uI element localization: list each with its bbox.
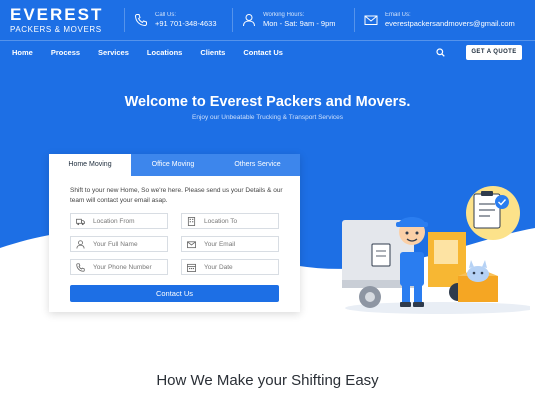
email-label: Email Us: bbox=[385, 12, 411, 18]
call-info[interactable]: Call Us: +91 701-348-4633 bbox=[134, 12, 217, 29]
contact-us-button[interactable]: Contact Us bbox=[70, 285, 279, 302]
truck-icon bbox=[76, 218, 85, 225]
nav-services[interactable]: Services bbox=[98, 48, 129, 58]
phone-icon bbox=[134, 14, 147, 27]
top-header: EVEREST PACKERS & MOVERS Call Us: +91 70… bbox=[0, 0, 535, 40]
user-icon bbox=[76, 239, 85, 249]
brand-name: EVEREST bbox=[10, 5, 104, 24]
call-label: Call Us: bbox=[155, 12, 177, 18]
location-from-field[interactable]: Location From bbox=[70, 213, 168, 229]
brand-logo[interactable]: EVEREST PACKERS & MOVERS bbox=[10, 6, 103, 35]
header-divider bbox=[232, 8, 233, 32]
section-title: How We Make your Shifting Easy bbox=[156, 372, 379, 389]
tab-home-moving[interactable]: Home Moving bbox=[49, 154, 131, 176]
email-value: everestpackersandmovers@gmail.com bbox=[385, 19, 515, 28]
email-placeholder: Your Email bbox=[204, 240, 236, 248]
brand-tagline: PACKERS & MOVERS bbox=[10, 25, 102, 34]
moving-request-form: Home Moving Office Moving Others Service… bbox=[49, 154, 300, 312]
header-divider bbox=[354, 8, 355, 32]
mail-icon bbox=[364, 15, 378, 25]
user-icon bbox=[243, 14, 255, 27]
form-description: Shift to your new Home, So we're here. P… bbox=[70, 187, 283, 204]
hours-value: Mon - Sat: 9am - 9pm bbox=[263, 19, 336, 28]
tab-office-moving[interactable]: Office Moving bbox=[131, 154, 215, 176]
full-name-field[interactable]: Your Full Name bbox=[70, 236, 168, 252]
mail-icon bbox=[187, 240, 196, 248]
hero-subtitle: Enjoy our Unbeatable Trucking & Transpor… bbox=[191, 114, 344, 121]
date-placeholder: Your Date bbox=[204, 263, 233, 271]
header-divider bbox=[124, 8, 125, 32]
full-name-placeholder: Your Full Name bbox=[93, 240, 138, 248]
nav-clients[interactable]: Clients bbox=[200, 48, 225, 58]
email-info[interactable]: Email Us: everestpackersandmovers@gmail.… bbox=[364, 12, 515, 29]
nav-locations[interactable]: Locations bbox=[147, 48, 182, 58]
calendar-icon bbox=[187, 263, 196, 272]
main-nav: Home Process Services Locations Clients … bbox=[12, 48, 301, 58]
email-field[interactable]: Your Email bbox=[181, 236, 279, 252]
building-icon bbox=[187, 216, 196, 226]
hero-title: Welcome to Everest Packers and Movers. bbox=[124, 94, 411, 110]
nav-home[interactable]: Home bbox=[12, 48, 33, 58]
get-a-quote-button[interactable]: GET A QUOTE bbox=[466, 45, 522, 60]
header-divider-line bbox=[0, 40, 535, 41]
search-icon[interactable] bbox=[436, 48, 445, 57]
location-to-field[interactable]: Location To bbox=[181, 213, 279, 229]
form-tabs: Home Moving Office Moving Others Service bbox=[49, 154, 300, 176]
location-from-placeholder: Location From bbox=[93, 217, 135, 225]
location-to-placeholder: Location To bbox=[204, 217, 238, 225]
phone-number-field[interactable]: Your Phone Number bbox=[70, 259, 168, 275]
hours-info: Working Hours: Mon - Sat: 9am - 9pm bbox=[242, 12, 336, 29]
hours-label: Working Hours: bbox=[263, 12, 305, 18]
phone-icon bbox=[76, 262, 85, 272]
phone-number-placeholder: Your Phone Number bbox=[93, 263, 152, 271]
date-field[interactable]: Your Date bbox=[181, 259, 279, 275]
nav-contact-us[interactable]: Contact Us bbox=[243, 48, 283, 58]
nav-process[interactable]: Process bbox=[51, 48, 80, 58]
tab-others-service[interactable]: Others Service bbox=[215, 154, 300, 176]
call-value: +91 701-348-4633 bbox=[155, 19, 217, 28]
mover-illustration bbox=[342, 186, 530, 314]
